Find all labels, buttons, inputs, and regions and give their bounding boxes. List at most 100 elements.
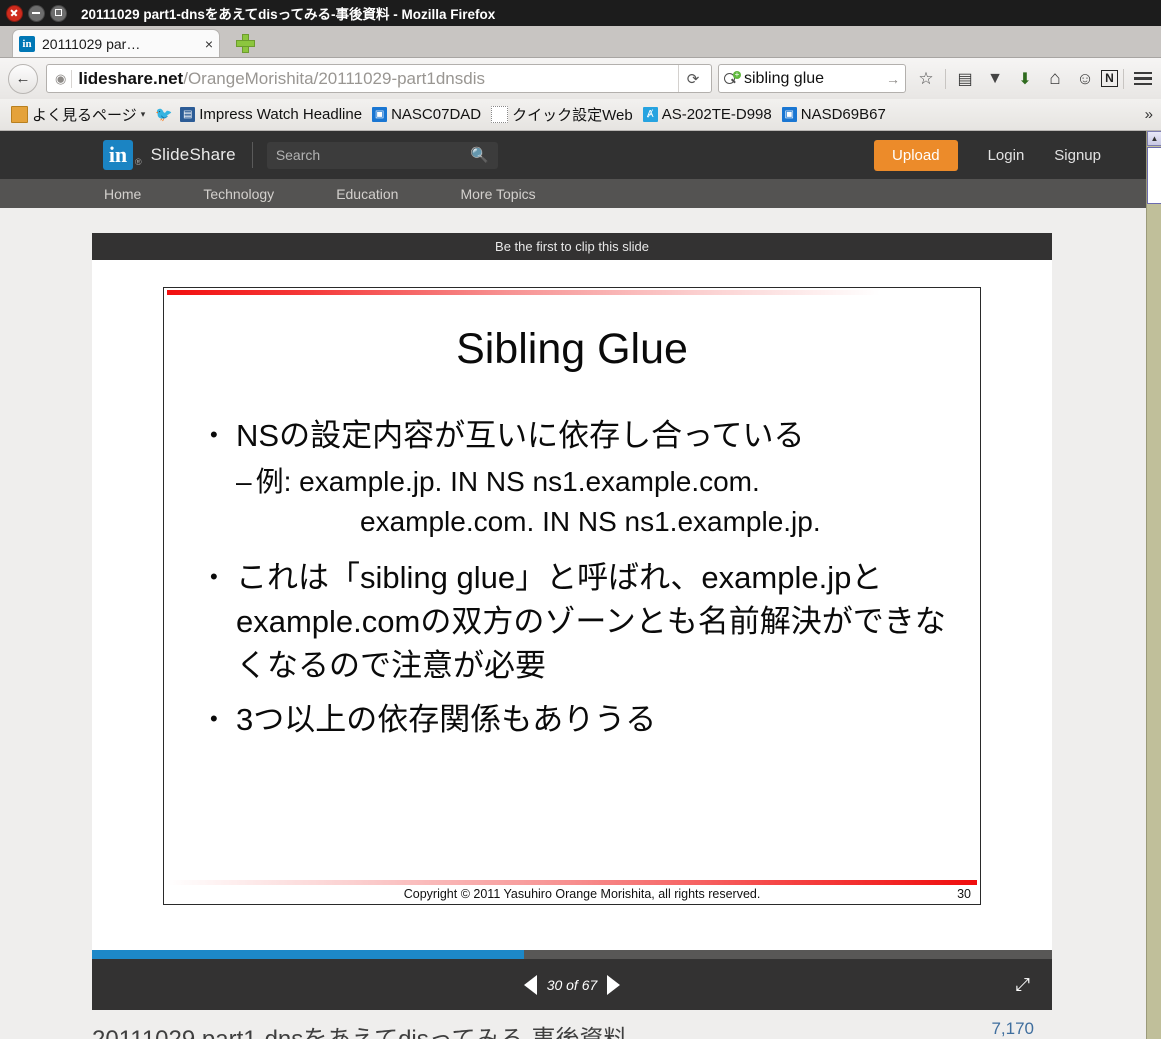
toolbar-divider-2 [1123,68,1124,89]
subline-text: 例: example.jp. IN NS ns1.example.com. [255,466,760,498]
bookmark-quick-setting-web[interactable]: クイック設定Web [486,102,638,127]
bookmarks-overflow-button[interactable]: » [1145,106,1161,123]
slide-body: • NSの設定内容が互いに依存し合っている – 例: example.jp. IN… [210,414,952,746]
bullet-marker: • [210,563,218,589]
slide-footer: Copyright © 2011 Yasuhiro Orange Morishi… [167,880,977,901]
bookmark-twitter[interactable]: 🐦 [150,105,175,124]
slide-bullet: • NSの設定内容が互いに依存し合っている [210,414,952,458]
pocket-icon[interactable]: ▼ [981,65,1009,93]
tab-label: 20111029 par… [42,35,141,52]
browser-tab-active[interactable]: in 20111029 par… × [12,29,220,57]
nav-item-more-topics[interactable]: More Topics [460,186,535,202]
window-title: 20111029 part1-dnsをあえてdisってみる-事後資料 - Moz… [81,7,496,22]
subline-dash: – [236,466,252,498]
scrollbar-thumb[interactable] [1147,147,1161,204]
evernote-icon[interactable]: N [1101,70,1118,87]
tab-strip: in 20111029 par… × [0,26,1161,58]
deck-meta-row: 20111029 part1-dnsをあえてdisってみる-事後資料 7,170… [92,1019,1092,1039]
tab-close-icon[interactable]: × [205,36,213,52]
nav-item-home[interactable]: Home [104,186,141,202]
search-engine-icon[interactable]: + [724,70,741,87]
fullscreen-icon[interactable]: ⤢ [1016,974,1030,995]
bullet-text: NSの設定内容が互いに依存し合っている [236,418,805,453]
firefox-window: 20111029 part1-dnsをあえてdisってみる-事後資料 - Moz… [0,0,1161,1039]
subline-text: example.com. IN NS ns1.example.jp. [360,505,821,537]
url-bar[interactable]: ◉ lideshare.net/OrangeMorishita/20111029… [46,64,712,93]
bullet-marker: • [210,705,218,731]
new-tab-button[interactable] [236,34,255,53]
bullet-marker: • [210,422,218,447]
clip-slide-banner[interactable]: Be the first to clip this slide [92,233,1052,260]
bookmark-label: NASD69B67 [800,106,886,123]
slideshare-nav: Home Technology Education More Topics [0,179,1146,208]
bookmark-impress-watch[interactable]: ▤ Impress Watch Headline [175,104,367,125]
bookmark-star-icon[interactable]: ☆ [912,65,940,93]
slide-title: Sibling Glue [456,325,688,373]
navigation-toolbar: ← ◉ lideshare.net/OrangeMorishita/201110… [0,58,1161,100]
search-placeholder-label: Search [275,147,321,163]
pager: 30 of 67 [523,974,621,995]
toolbar-divider [945,68,946,89]
slide-copyright: Copyright © 2011 Yasuhiro Orange Morishi… [403,887,761,901]
bookmarks-toolbar: よく見るページ ▾ 🐦 ▤ Impress Watch Headline ▣ N… [0,99,1161,131]
page-viewport: in ® SlideShare Search 🔍 Upload Login Si… [0,131,1146,1039]
search-input-value[interactable]: sibling glue [744,70,886,88]
smiley-icon[interactable]: ☺ [1071,65,1099,93]
window-minimize-icon[interactable] [28,4,45,22]
nav-item-technology[interactable]: Technology [203,186,274,202]
bookmark-label: AS-202TE-D998 [661,106,772,123]
url-text: lideshare.net/OrangeMorishita/20111029-p… [78,69,678,89]
bookmark-most-visited[interactable]: よく見るページ ▾ [6,102,150,127]
slide-stage[interactable]: Sibling Glue • NSの設定内容が互いに依存し合っている – 例: e… [92,260,1052,950]
downloads-icon[interactable]: ⬇ [1011,65,1039,93]
window-close-icon[interactable] [6,4,23,22]
deck-title[interactable]: 20111029 part1-dnsをあえてdisってみる-事後資料 [92,1019,991,1039]
device-icon: ▣ [781,107,797,122]
previous-slide-icon[interactable] [523,974,537,995]
chevron-down-icon: ▾ [140,109,146,119]
slide-subline: – 例: example.jp. IN NS ns1.example.com. [210,462,952,502]
header-divider [251,142,253,168]
slide-footer-row: Copyright © 2011 Yasuhiro Orange Morishi… [167,885,977,901]
twitter-icon: 🐦 [155,106,173,122]
window-title-bar: 20111029 part1-dnsをあえてdisってみる-事後資料 - Moz… [0,0,1161,26]
home-icon[interactable]: ⌂ [1041,65,1069,93]
bookmark-label: Impress Watch Headline [199,106,363,123]
slide-position-label: 30 of 67 [546,976,598,993]
upload-button[interactable]: Upload [874,139,958,171]
signup-link[interactable]: Signup [1054,147,1101,164]
placeholder-icon [491,106,509,123]
menu-hamburger-icon[interactable] [1129,65,1157,93]
back-button[interactable]: ← [8,63,38,94]
reload-icon[interactable]: ⟳ [678,65,707,92]
slideshare-logo[interactable]: in ® SlideShare [103,140,236,170]
site-identity-globe-icon: ◉ [55,70,67,86]
slide-bullet: • これは「sibling glue」と呼ばれ、example.jpとexamp… [210,556,952,688]
window-maximize-icon[interactable] [50,4,67,22]
slide-progress-fill [92,950,524,959]
bookmark-nasd69b67[interactable]: ▣ NASD69B67 [777,104,891,125]
next-slide-icon[interactable] [607,974,621,995]
bookmark-nasc07dad[interactable]: ▣ NASC07DAD [367,104,486,125]
search-bar[interactable]: + sibling glue → [718,64,906,93]
impress-icon: ▤ [180,107,196,122]
page-scrollbar[interactable]: ▲ [1146,131,1161,1039]
slide-progress-track[interactable] [92,950,1052,959]
slide-player: Be the first to clip this slide Sibling … [92,233,1052,1010]
url-separator [71,69,73,88]
slideshare-search-input[interactable]: Search 🔍 [266,141,498,169]
slide-top-rule [167,290,977,295]
linkedin-icon: in [103,140,133,170]
search-icon[interactable]: 🔍 [470,146,489,164]
folder-icon [11,106,28,123]
scroll-up-arrow-icon[interactable]: ▲ [1147,131,1161,146]
login-link[interactable]: Login [988,147,1025,164]
bookmark-label: NASC07DAD [391,106,482,123]
slideshare-brand-label: SlideShare [150,145,236,164]
bookmark-as-202te[interactable]: Ⱥ AS-202TE-D998 [638,104,777,125]
url-path: /OrangeMorishita/20111029-part1dnsdis [183,68,485,88]
reading-list-icon[interactable]: ▤ [951,65,979,93]
slide-subline: example.com. IN NS ns1.example.jp. [210,502,952,542]
nav-item-education[interactable]: Education [336,186,398,202]
search-go-icon[interactable]: → [886,71,900,87]
